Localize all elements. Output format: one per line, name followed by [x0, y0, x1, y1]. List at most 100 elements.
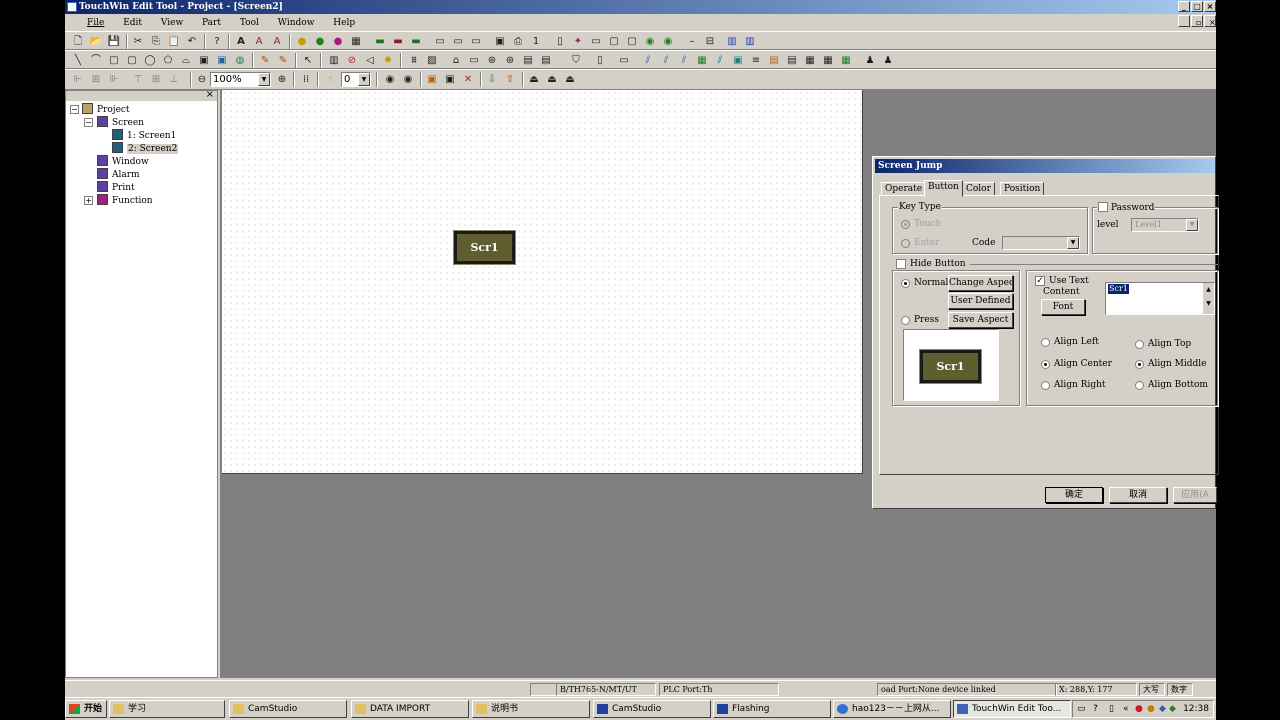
menu-edit[interactable]: Edit [115, 14, 150, 32]
frame-icon[interactable]: ▭ [433, 35, 447, 48]
panel2-icon[interactable]: ▢ [625, 35, 639, 48]
line-icon[interactable]: ╲ [71, 54, 85, 67]
close-icon[interactable]: × [206, 89, 214, 100]
chart-icon[interactable]: ▦ [695, 54, 709, 67]
tray-antivirus-icon[interactable]: ◆ [1169, 701, 1176, 717]
align-top-radio[interactable] [1135, 340, 1144, 349]
no-entry-icon[interactable]: ⊘ [345, 54, 359, 67]
xy-icon[interactable]: ⫽ [713, 54, 727, 67]
bitmap-icon[interactable]: ◍ [233, 54, 247, 67]
light-icon[interactable]: ✹ [381, 54, 395, 67]
parts-icon[interactable]: ● [313, 35, 327, 48]
change-aspect-button[interactable]: Change Aspect [948, 275, 1013, 291]
printer-icon[interactable]: ⎙ [511, 35, 525, 48]
font-button[interactable]: Font [1041, 299, 1085, 315]
minus-icon[interactable]: – [685, 35, 699, 48]
child-minimize-button[interactable]: _ [1178, 15, 1190, 27]
frame2-icon[interactable]: ▭ [451, 35, 465, 48]
shield-icon[interactable]: ⛉ [569, 54, 583, 67]
device-c-icon[interactable]: ⏏ [563, 73, 577, 86]
grid-table3-icon[interactable]: ▦ [839, 54, 853, 67]
normal-radio[interactable] [901, 279, 910, 288]
touch-radio[interactable] [901, 220, 910, 229]
step-icon[interactable]: ▥ [327, 54, 341, 67]
tree-item-function[interactable]: Function [97, 194, 153, 207]
align-right-radio[interactable] [1041, 381, 1050, 390]
press-radio[interactable] [901, 316, 910, 325]
tree-item-window[interactable]: Window [97, 155, 149, 168]
knob-icon[interactable]: ⊛ [485, 54, 499, 67]
tree-item-alarm[interactable]: Alarm [97, 168, 140, 181]
gauge-icon[interactable]: ⊛ [503, 54, 517, 67]
align-right-icon[interactable]: ⊪ [107, 73, 121, 86]
task-camstudio-app[interactable]: CamStudio [593, 700, 711, 718]
history-icon[interactable]: ▤ [785, 54, 799, 67]
menu-file[interactable]: File [65, 14, 112, 32]
slider-icon[interactable]: ▭ [467, 54, 481, 67]
strip-icon[interactable]: ▭ [617, 54, 631, 67]
upload-icon[interactable]: ⇧ [503, 73, 517, 86]
menu-window[interactable]: Window [270, 14, 323, 32]
tab-button[interactable]: Button [924, 180, 963, 197]
display2-icon[interactable]: ▬ [391, 35, 405, 48]
list-icon[interactable]: ≡ [749, 54, 763, 67]
new-file-icon[interactable]: 🗋 [71, 35, 85, 48]
user-icon[interactable]: ♟ [863, 54, 877, 67]
collapse-project[interactable]: − [70, 105, 79, 114]
tree-item-screen[interactable]: Screen [97, 116, 144, 129]
round-rect-icon[interactable]: ▢ [125, 54, 139, 67]
polygon-icon[interactable]: ⬠ [161, 54, 175, 67]
globe2-icon[interactable]: ◉ [661, 35, 675, 48]
user-defined-button[interactable]: User Defined [948, 293, 1013, 309]
task-hao123[interactable]: hao123－－上网从... [833, 700, 951, 718]
doc-icon[interactable]: ▯ [593, 54, 607, 67]
text-style2-icon[interactable]: A [270, 35, 284, 48]
number-icon[interactable]: 1 [529, 35, 543, 48]
grid-part-icon[interactable]: ▦ [349, 35, 363, 48]
copy-screen-icon[interactable]: ▣ [443, 73, 457, 86]
hide-button-checkbox[interactable] [896, 259, 906, 269]
tree-item-screen2[interactable]: 2: Screen2 [112, 142, 179, 155]
expand-function[interactable]: + [84, 196, 93, 205]
save-icon[interactable]: 💾 [107, 35, 121, 48]
bar-chart-icon[interactable]: ▥ [725, 35, 739, 48]
user2-icon[interactable]: ♟ [881, 54, 895, 67]
chevron-down-icon[interactable]: ▼ [1067, 237, 1079, 249]
display3-icon[interactable]: ▬ [409, 35, 423, 48]
globe-icon[interactable]: ◉ [643, 35, 657, 48]
table-icon[interactable]: ▤ [521, 54, 535, 67]
device-icon[interactable]: ▣ [493, 35, 507, 48]
bulb-icon[interactable]: ▯ [553, 35, 567, 48]
key-icon[interactable]: ✦ [571, 35, 585, 48]
hand-pointer-icon[interactable]: ☝ [323, 73, 337, 86]
picture-icon[interactable]: ▣ [215, 54, 229, 67]
child-close-button[interactable]: × [1204, 15, 1216, 27]
menu-part[interactable]: Part [194, 14, 229, 32]
task-camstudio-folder[interactable]: CamStudio [229, 700, 347, 718]
task-manual[interactable]: 说明书 [472, 700, 590, 718]
maximize-button[interactable]: □ [1191, 1, 1203, 12]
link-icon[interactable]: ⊟ [703, 35, 717, 48]
align-middle-radio[interactable] [1135, 360, 1144, 369]
grid-size-select[interactable]: 0 ▼ [341, 72, 371, 87]
code-select[interactable]: ▼ [1002, 236, 1080, 250]
menu-help[interactable]: Help [325, 14, 363, 32]
start-button[interactable]: 开始 [65, 700, 107, 718]
cancel-button[interactable]: 取消 [1109, 487, 1167, 503]
minimize-button[interactable]: _ [1178, 1, 1190, 12]
alarm-list-icon[interactable]: ▤ [767, 54, 781, 67]
cut-icon[interactable]: ✂ [131, 35, 145, 48]
grid-table-icon[interactable]: ▦ [803, 54, 817, 67]
save-aspect-button[interactable]: Save Aspect [948, 312, 1013, 328]
align-middle-icon[interactable]: ⊞ [149, 73, 163, 86]
add-screen-icon[interactable]: ▣ [425, 73, 439, 86]
sector-icon[interactable]: ⌓ [179, 54, 193, 67]
canvas-screen-jump-button[interactable]: Scr1 [453, 230, 516, 265]
brush-icon[interactable]: ✎ [276, 54, 290, 67]
tray-expand-icon[interactable]: « [1123, 701, 1129, 717]
task-touchwin[interactable]: TouchWin Edit Too... [953, 700, 1071, 718]
download-icon[interactable]: ⇩ [485, 73, 499, 86]
align-top-icon[interactable]: ⊤ [131, 73, 145, 86]
help-icon[interactable]: ? [210, 35, 224, 48]
image-icon[interactable]: ▨ [425, 54, 439, 67]
